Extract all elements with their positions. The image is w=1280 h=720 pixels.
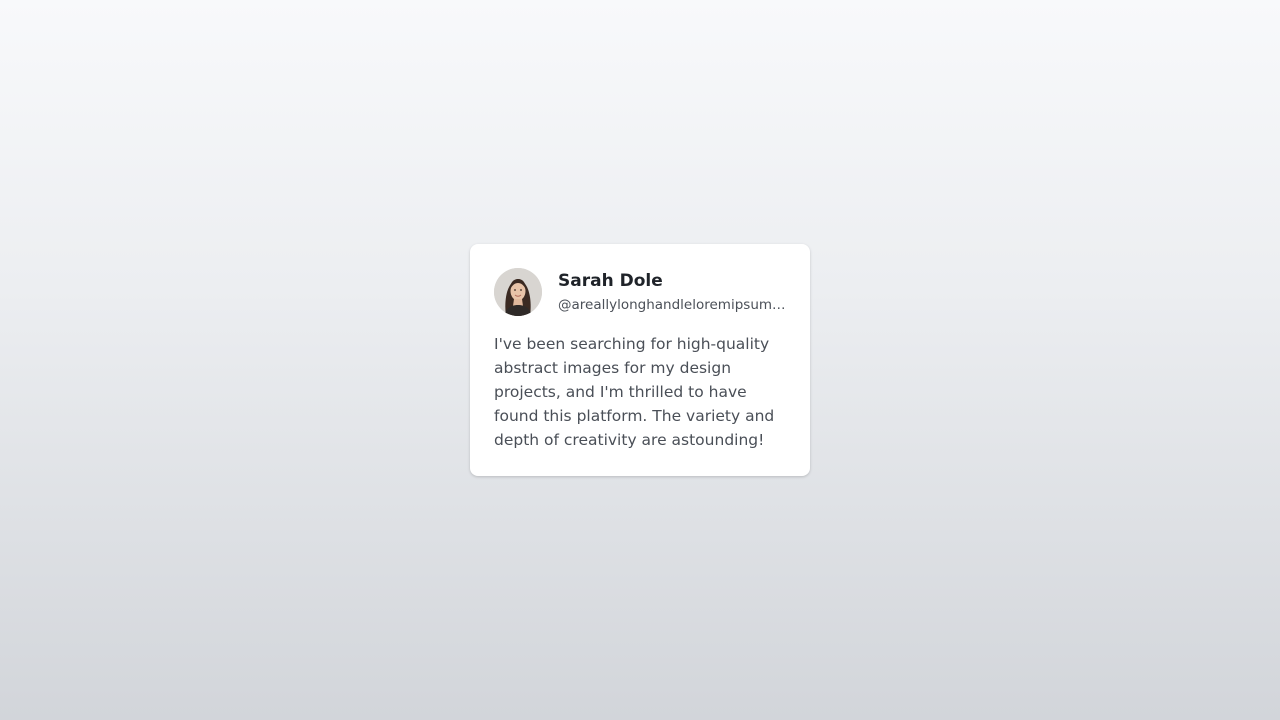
identity: Sarah Dole @areallylonghandleloremipsumd… [558,269,786,315]
avatar [494,268,542,316]
author-handle: @areallylonghandleloremipsumdolorsitamet [558,297,786,313]
testimonial-card: Sarah Dole @areallylonghandleloremipsumd… [470,244,810,476]
testimonial-header: Sarah Dole @areallylonghandleloremipsumd… [494,268,786,316]
avatar-photo-icon [494,268,542,316]
testimonial-quote: I've been searching for high-quality abs… [494,335,775,449]
author-name: Sarah Dole [558,271,663,291]
